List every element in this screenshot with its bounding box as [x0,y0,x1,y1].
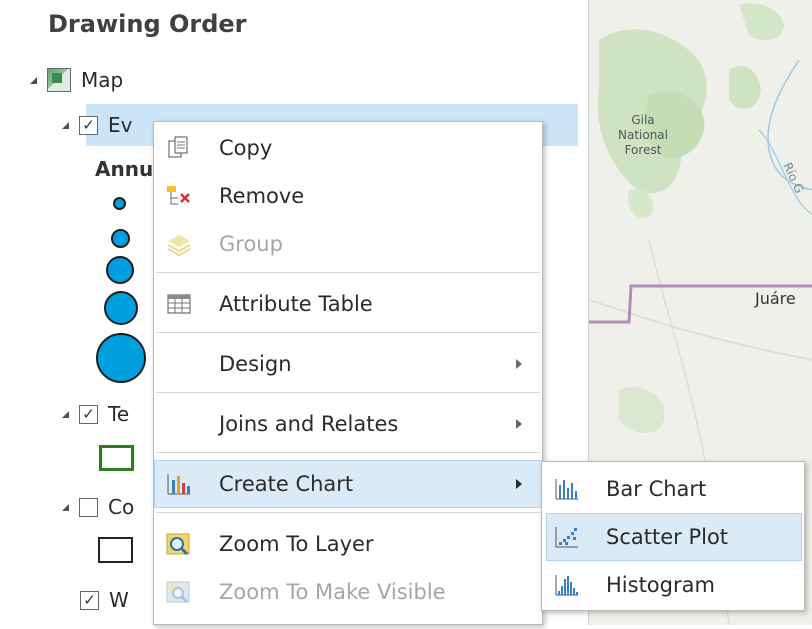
histogram-icon [553,571,581,599]
symbol-circle-3 [106,256,134,284]
map-label-forest: Forest [625,143,662,157]
symbol-circle-1 [113,197,126,210]
layer-label: W [109,588,129,612]
zoom-visible-icon [165,578,193,606]
tree-item-layer-3[interactable]: Co [62,487,134,527]
layer-label: Ev [108,113,133,137]
menu-separator [156,272,540,273]
tree-item-layer-2[interactable]: ✓ Te [62,394,129,434]
menu-item-label: Zoom To Make Visible [219,580,446,604]
layer-visibility-checkbox[interactable]: ✓ [79,404,98,424]
submenu-item-label: Bar Chart [606,477,707,501]
collapse-icon[interactable] [62,121,69,129]
layer-label: Co [108,495,135,519]
menu-item-attribute-table[interactable]: Attribute Table [154,280,542,328]
bar-chart-icon [553,475,581,503]
menu-item-create-chart[interactable]: Create Chart [154,460,542,508]
context-menu: Copy Remove Group Attribute Table Design… [153,121,543,625]
collapse-icon[interactable] [30,76,37,84]
submenu-arrow-icon [516,359,522,369]
menu-item-label: Joins and Relates [219,412,399,436]
pane-title: Drawing Order [48,10,247,38]
layer-visibility-checkbox[interactable]: ✓ [80,590,99,610]
polygon-symbol-black [98,537,133,563]
layer-visibility-checkbox[interactable] [79,497,98,517]
menu-separator [156,392,540,393]
menu-separator [156,452,540,453]
collapse-icon[interactable] [62,503,69,511]
layer-label: Te [108,402,130,426]
menu-item-label: Remove [219,184,305,208]
map-label-national: National [618,128,668,142]
copy-icon [165,134,193,162]
collapse-icon[interactable] [62,410,69,418]
tree-item-map[interactable]: Map [30,60,123,100]
tree-item-layer-4[interactable]: ✓ W [80,580,129,620]
menu-item-label: Copy [219,136,273,160]
group-layers-icon [165,230,193,258]
submenu-item-label: Histogram [606,573,715,597]
symbol-circle-2 [111,229,130,248]
menu-item-joins-and-relates[interactable]: Joins and Relates [154,400,542,448]
layer-visibility-checkbox[interactable]: ✓ [79,115,98,135]
submenu-arrow-icon [516,419,522,429]
menu-separator [156,512,540,513]
chart-icon [165,470,193,498]
menu-item-label: Attribute Table [219,292,373,316]
menu-item-group[interactable]: Group [154,220,542,268]
menu-item-remove[interactable]: Remove [154,172,542,220]
tree-item-layer-1[interactable]: ✓ Ev [62,105,132,145]
menu-separator [156,332,540,333]
submenu-arrow-icon [516,479,522,489]
scatter-plot-icon [553,523,581,551]
symbol-circle-4 [104,291,138,325]
menu-item-zoom-to-make-visible[interactable]: Zoom To Make Visible [154,568,542,616]
zoom-to-layer-icon [165,530,193,558]
menu-item-design[interactable]: Design [154,340,542,388]
submenu-item-scatter-plot[interactable]: Scatter Plot [546,513,802,561]
remove-icon [165,182,193,210]
symbol-circle-5 [96,333,146,383]
map-label-city: Juáre [754,289,796,308]
menu-item-label: Zoom To Layer [219,532,374,556]
map-label: Map [81,68,124,92]
menu-item-label: Create Chart [219,472,354,496]
polygon-symbol-green [99,445,134,471]
submenu-item-label: Scatter Plot [606,525,729,549]
menu-item-label: Design [219,352,292,376]
menu-item-zoom-to-layer[interactable]: Zoom To Layer [154,520,542,568]
menu-item-copy[interactable]: Copy [154,124,542,172]
submenu-item-bar-chart[interactable]: Bar Chart [542,465,804,513]
map-icon [47,68,71,92]
create-chart-submenu: Bar Chart Scatter Plot Histogram [541,461,805,611]
submenu-item-histogram[interactable]: Histogram [542,561,804,609]
symbology-heading: Annu [95,157,154,181]
table-icon [165,290,193,318]
map-label-gila: Gila [631,113,654,127]
menu-item-label: Group [219,232,283,256]
